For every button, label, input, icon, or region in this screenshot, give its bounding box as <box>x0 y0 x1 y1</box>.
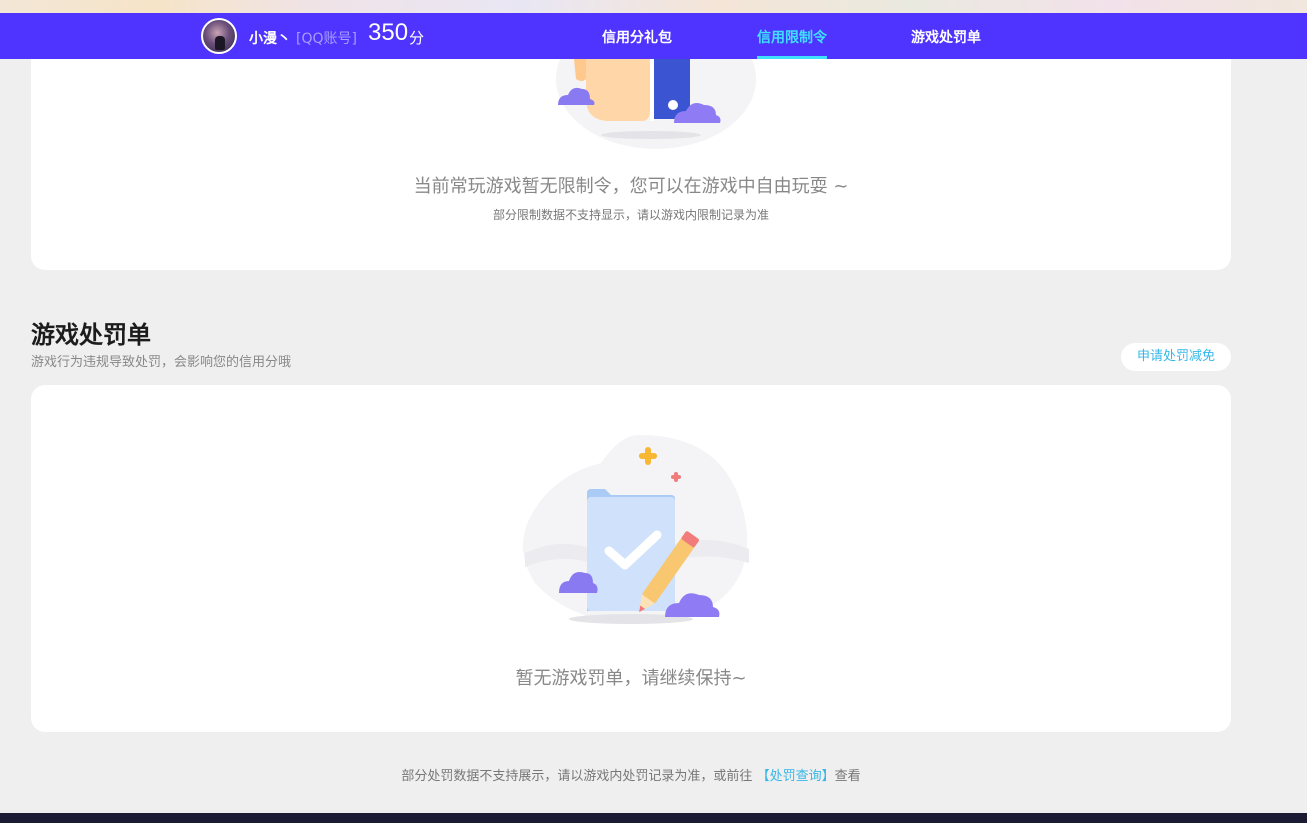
credit-score-value: 350 <box>368 19 409 46</box>
penalty-card: 暂无游戏罚单，请继续保持~ <box>31 385 1231 732</box>
restriction-card: 当前常玩游戏暂无限制令，您可以在游戏中自由玩耍 ~ 部分限制数据不支持显示，请以… <box>31 59 1231 270</box>
no-penalty-illustration <box>522 434 749 624</box>
apply-penalty-reduction-button[interactable]: 申请处罚减免 <box>1121 343 1231 371</box>
credit-score-unit: 分 <box>409 29 425 47</box>
user-nickname: 小漫丶 <box>249 31 291 47</box>
account-type-label: [QQ账号] <box>296 31 357 47</box>
no-restriction-illustration <box>556 59 756 149</box>
top-decor-strip <box>0 0 1307 13</box>
user-avatar[interactable] <box>201 18 237 54</box>
no-restriction-message: 当前常玩游戏暂无限制令，您可以在游戏中自由玩耍 ~ <box>413 176 849 197</box>
restriction-data-note: 部分限制数据不支持显示，请以游戏内限制记录为准 <box>492 208 769 222</box>
footer-note-suffix: 查看 <box>834 769 861 784</box>
penalty-footer-note: 部分处罚数据不支持展示，请以游戏内处罚记录为准，或前往 【处罚查询】查看 <box>0 765 1262 784</box>
nav-tab-credit-restriction[interactable]: 信用限制令 <box>757 27 827 47</box>
no-penalty-message: 暂无游戏罚单，请继续保持~ <box>515 668 747 689</box>
nav-tab-game-penalty[interactable]: 游戏处罚单 <box>911 27 981 47</box>
penalty-query-link[interactable]: 【处罚查询】 <box>757 769 835 784</box>
bottom-footer-bar <box>0 813 1307 823</box>
top-header: 小漫丶 [QQ账号] 350 分 信用分礼包 信用限制令 游戏处罚单 <box>0 13 1307 59</box>
penalty-section-title: 游戏处罚单 <box>31 321 151 349</box>
footer-note-prefix: 部分处罚数据不支持展示，请以游戏内处罚记录为准，或前往 <box>401 769 753 784</box>
nav-tab-credit-gift[interactable]: 信用分礼包 <box>602 27 672 47</box>
penalty-section-description: 游戏行为违规导致处罚，会影响您的信用分哦 <box>31 355 292 370</box>
